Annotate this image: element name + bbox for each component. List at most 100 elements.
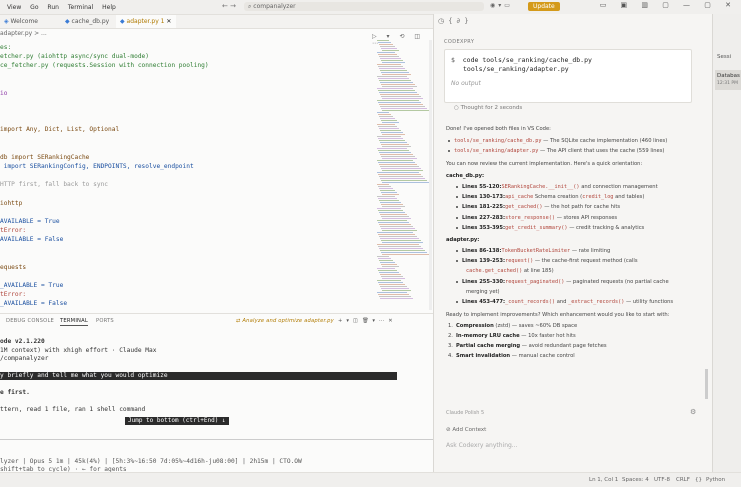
minimap-line xyxy=(379,236,417,237)
bullet xyxy=(448,140,450,142)
minimap-line xyxy=(379,260,393,261)
close-icon[interactable]: ✕ xyxy=(166,18,171,25)
terminal-line: /companalyzer xyxy=(0,355,49,362)
add-context-button[interactable]: ⊘ Add Context xyxy=(446,427,486,433)
minimap-line xyxy=(382,146,411,147)
minimap-line xyxy=(382,98,423,99)
minimap-line xyxy=(377,88,413,89)
list-item: Lines 453-477:_count_records() and _extr… xyxy=(462,299,673,305)
terminal-line: ode v2.1.220 xyxy=(0,338,45,345)
encoding[interactable]: UTF-8 xyxy=(654,477,670,483)
session-item[interactable]: Databas 12:31 PM xyxy=(715,70,741,90)
thought-indicator[interactable]: ○ Thought for 2 seconds xyxy=(454,105,522,111)
minimap-line xyxy=(377,124,395,125)
list-item: Lines 255-330:request_paginated() — pagi… xyxy=(462,279,669,285)
chat-span: — manual cache control xyxy=(510,353,575,360)
chat-span: merging yet) xyxy=(466,288,500,295)
minimap-line xyxy=(379,188,393,189)
code-editor[interactable]: es: etcher.py (aiohttp async/sync dual-mo… xyxy=(0,40,375,310)
code-line: io xyxy=(0,89,8,97)
minimap-line xyxy=(378,294,409,295)
menu-terminal[interactable]: Terminal xyxy=(68,4,93,11)
minimap-line xyxy=(379,104,423,105)
minimap[interactable] xyxy=(377,40,429,306)
menu-help[interactable]: Help xyxy=(102,4,116,11)
chat-span: — rate limiting xyxy=(570,248,611,254)
bullet xyxy=(456,186,458,188)
language-braces[interactable]: {} xyxy=(695,477,702,483)
chat-span: (zstd) — saves ~60% DB space xyxy=(493,323,578,330)
status-line: lyzer | Opus 5 1m | 45k(4%) | [5h:3%~16:… xyxy=(0,458,302,465)
minimap-line xyxy=(378,78,409,79)
minimap-line xyxy=(378,66,403,67)
chat-span: — credit tracking & analytics xyxy=(567,224,645,231)
chat-span: Schema creation ( xyxy=(533,194,583,201)
list-item: Lines 139-253:request() — the cache-firs… xyxy=(462,258,638,264)
nav-arrows[interactable]: ← → xyxy=(222,2,236,10)
eol[interactable]: CRLF xyxy=(676,477,690,483)
minimap-line xyxy=(382,230,417,231)
tab-debug-console[interactable]: DEBUG CONSOLE xyxy=(6,318,54,324)
minimap-line xyxy=(382,86,417,87)
minimap-line xyxy=(382,206,405,207)
editor-scrollbar[interactable] xyxy=(429,40,432,310)
option-item: Compression (zstd) — saves ~60% DB space xyxy=(456,323,577,329)
list-item: Lines 227-283:store_response() — stores … xyxy=(462,215,617,221)
file-item: tools/se_ranking/adapter.py — The API cl… xyxy=(454,148,664,154)
minimap-line xyxy=(381,144,409,145)
minimap-line xyxy=(382,122,399,123)
minimap-line xyxy=(382,170,423,171)
minimap-line xyxy=(377,76,407,77)
search-bar[interactable]: ⌕ companalyzer xyxy=(244,2,484,11)
minimap-line xyxy=(378,150,409,151)
task-indicator[interactable]: ⇄ Analyze and optimize adapter.py xyxy=(236,318,334,324)
question-text: Ready to implement improvements? Which e… xyxy=(446,312,670,319)
chat-input[interactable]: Ask Codexry anything... xyxy=(446,442,518,449)
option-number: 3. xyxy=(448,343,453,350)
list-item: Lines 55-120:SERankingCache.__init__() a… xyxy=(462,184,658,190)
minimap-line xyxy=(378,282,403,283)
tab-adapter[interactable]: ◆ adapter.py 1 ✕ xyxy=(116,15,176,28)
terminal-line: 1M context) with xhigh effort · Claude M… xyxy=(0,346,157,354)
panel-actions[interactable]: +▾◫🗑▾⋯✕ xyxy=(338,318,397,324)
minimap-line xyxy=(380,166,419,167)
chat-toolbar[interactable]: ◷{∂} xyxy=(438,17,473,25)
language-mode[interactable]: Python xyxy=(706,477,725,483)
minimap-line xyxy=(378,54,397,55)
title-bar: View Go Run Terminal Help ← → ⌕ companal… xyxy=(0,0,741,15)
settings-icon[interactable]: ⚙ xyxy=(690,408,696,416)
code-line: iohttp xyxy=(0,199,23,207)
review-text: You can now review the current implement… xyxy=(446,161,643,167)
minimap-line xyxy=(381,288,409,289)
layout-icons[interactable]: ◉▾▭ xyxy=(490,2,513,9)
jump-to-bottom-button[interactable]: Jump to bottom (ctrl+End) ↓ xyxy=(125,417,229,425)
update-button[interactable]: Update xyxy=(528,2,560,11)
chat-scrollbar[interactable] xyxy=(705,369,708,399)
terminal-line: y briefly and tell me what you would opt… xyxy=(0,372,397,380)
minimap-line xyxy=(378,210,403,211)
model-label[interactable]: Claude Polish 5 xyxy=(446,410,484,416)
minimap-line xyxy=(377,208,401,209)
tab-ports[interactable]: PORTS xyxy=(96,318,114,324)
minimap-line xyxy=(377,256,389,257)
minimap-line xyxy=(380,274,401,275)
tab-cache-db[interactable]: ◆ cache_db.py xyxy=(61,15,115,28)
cursor-position[interactable]: Ln 1, Col 1 xyxy=(589,477,618,483)
menu-view[interactable]: View xyxy=(7,4,21,11)
minimap-line xyxy=(379,56,399,57)
window-controls[interactable]: ▭ ▣ ▥ ▢ — ▢ ✕ xyxy=(600,1,737,9)
minimap-line xyxy=(378,186,391,187)
minimap-line xyxy=(378,198,397,199)
minimap-line xyxy=(378,246,421,247)
code-line: equests xyxy=(0,263,27,271)
menu-run[interactable]: Run xyxy=(47,4,59,11)
tab-terminal[interactable]: TERMINAL xyxy=(60,318,88,326)
minimap-line xyxy=(377,64,401,65)
code-line: import SERankingConfig, ENDPOINTS, resol… xyxy=(0,162,194,170)
indent-setting[interactable]: Spaces: 4 xyxy=(622,477,649,483)
minimap-line xyxy=(382,290,411,291)
menu-go[interactable]: Go xyxy=(30,4,38,11)
no-output-text: No output xyxy=(451,80,481,87)
tab-welcome[interactable]: ◈ Welcome xyxy=(0,15,60,28)
list-item: cache.get_cached() at line 185) xyxy=(466,268,554,274)
